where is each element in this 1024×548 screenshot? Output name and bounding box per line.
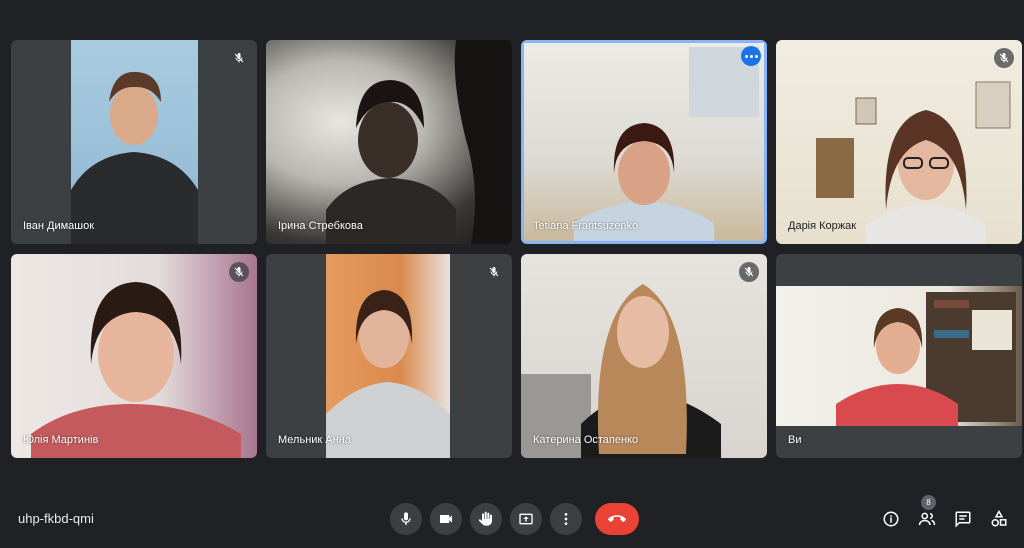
participant-video — [776, 286, 1022, 426]
person-silhouette — [816, 81, 1011, 244]
meeting-code: uhp-fkbd-qmi — [18, 511, 94, 526]
people-icon — [918, 512, 936, 526]
microphone-icon — [401, 512, 411, 525]
person-silhouette — [326, 40, 512, 244]
raise-hand-button[interactable] — [470, 503, 502, 535]
chat-button[interactable] — [952, 507, 974, 531]
person-silhouette — [71, 71, 198, 244]
muted-microphone-icon — [739, 262, 759, 282]
participant-name: Дарія Коржак — [788, 220, 857, 232]
more-options-icon — [564, 513, 568, 525]
participant-tile-active[interactable]: Tetiana Frantsuzenko — [521, 40, 767, 244]
participant-video — [524, 43, 764, 241]
raise-hand-icon — [478, 511, 492, 526]
more-options-button[interactable] — [550, 503, 582, 535]
more-options-icon[interactable] — [741, 46, 761, 66]
participant-name: Катерина Остапенко — [533, 434, 639, 446]
person-silhouette — [326, 290, 450, 458]
camera-icon — [440, 515, 452, 523]
participant-video — [266, 40, 512, 244]
muted-microphone-icon — [994, 48, 1014, 68]
activities-button[interactable] — [988, 507, 1010, 531]
person-silhouette — [31, 282, 241, 458]
participant-tile[interactable]: Мельник Анна — [266, 254, 512, 458]
info-icon — [883, 511, 899, 527]
people-count-badge: 8 — [921, 495, 936, 510]
muted-microphone-icon — [229, 262, 249, 282]
muted-microphone-icon — [229, 48, 249, 68]
participant-tile[interactable]: Іван Димашок — [11, 40, 257, 244]
present-screen-icon — [519, 513, 533, 525]
microphone-button[interactable] — [390, 503, 422, 535]
participant-tile[interactable]: Ірина Стребкова — [266, 40, 512, 244]
participant-name: Ви — [788, 434, 802, 446]
person-silhouette — [574, 47, 759, 241]
participant-tile[interactable]: Катерина Остапенко — [521, 254, 767, 458]
participant-video — [521, 254, 767, 458]
participant-name: Мельник Анна — [278, 434, 351, 446]
participant-video — [326, 254, 450, 458]
end-call-button[interactable] — [595, 503, 639, 535]
side-panel-buttons: 8 — [880, 495, 1010, 531]
person-silhouette — [521, 284, 721, 458]
end-call-icon — [608, 515, 626, 522]
people-button[interactable]: 8 — [916, 495, 938, 531]
call-controls — [390, 503, 639, 535]
chat-icon — [955, 511, 971, 528]
muted-microphone-icon — [484, 262, 504, 282]
present-screen-button[interactable] — [510, 503, 542, 535]
participant-video — [11, 254, 257, 458]
participant-tile-self[interactable]: Ви — [776, 254, 1022, 458]
participant-name: Юлія Мартинів — [23, 434, 99, 446]
activities-icon — [991, 510, 1007, 527]
participant-video — [776, 40, 1022, 244]
participant-video — [71, 40, 198, 244]
camera-button[interactable] — [430, 503, 462, 535]
participant-tile[interactable]: Юлія Мартинів — [11, 254, 257, 458]
participant-name: Ірина Стребкова — [278, 220, 363, 232]
person-silhouette — [836, 292, 1016, 426]
participant-grid: Іван Димашок Ірина Стребкова Tetiana Fra… — [11, 40, 1022, 458]
meeting-details-button[interactable] — [880, 507, 902, 531]
participant-name: Tetiana Frantsuzenko — [533, 220, 639, 232]
participant-name: Іван Димашок — [23, 220, 95, 232]
participant-tile[interactable]: Дарія Коржак — [776, 40, 1022, 244]
